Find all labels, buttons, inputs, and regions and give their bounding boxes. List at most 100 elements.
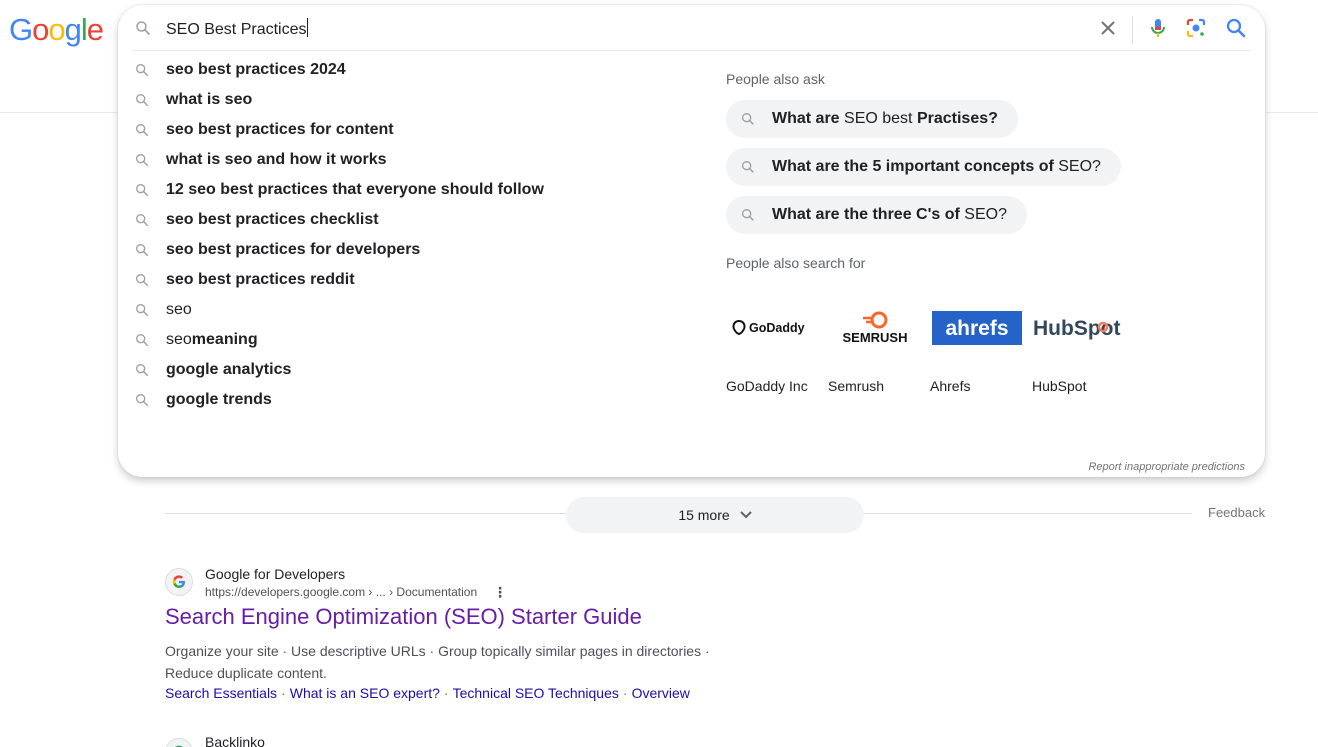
suggestion-item[interactable]: seo best practices checklist [118, 205, 708, 235]
semrush-logo-text: SEMRUSH [842, 330, 907, 345]
search-icon [136, 214, 149, 227]
suggestion-item[interactable]: what is seo and how it works [118, 145, 708, 175]
people-also-ask-title: People also ask [726, 71, 825, 87]
question-text: What are the three C's of SEO? [772, 206, 1007, 224]
question-bold: Practises? [916, 110, 998, 127]
question-bold: What are [772, 110, 840, 127]
chevron-down-icon [739, 511, 752, 519]
search-autocomplete-panel: SEO Best Practices seo best practices 20… [118, 5, 1265, 477]
suggestion-completion: seo best practices for developers [166, 241, 421, 258]
search-icon [742, 161, 754, 173]
suggestion-item[interactable]: seo best practices for content [118, 115, 708, 145]
suggestion-completion: meaning [191, 331, 258, 348]
google-favicon [165, 568, 193, 596]
brand-name: Semrush [828, 378, 885, 394]
search-query: SEO Best Practices [166, 21, 307, 38]
question-chip[interactable]: What are the 5 important concepts of SEO… [726, 148, 1121, 186]
brand-godaddy[interactable]: GoDaddy GoDaddy Inc [726, 305, 820, 405]
text-caret [306, 18, 308, 37]
search-icon [136, 364, 149, 377]
question-chip[interactable]: What are SEO best Practises? [726, 100, 1018, 138]
question-text: What are SEO best Practises? [772, 110, 998, 128]
result-url[interactable]: https://developers.google.com › ... › Do… [205, 585, 477, 599]
clear-icon[interactable] [1096, 16, 1120, 40]
search-icon [136, 304, 149, 317]
brand-semrush[interactable]: SEMRUSH Semrush [828, 305, 922, 405]
question-chip[interactable]: What are the three C's of SEO? [726, 196, 1027, 234]
question-normal: SEO best [839, 110, 917, 127]
suggestion-completion: google analytics [166, 361, 292, 378]
people-also-search-title: People also search for [726, 255, 866, 271]
result-site-name[interactable]: Google for Developers [205, 566, 345, 582]
separator: · [443, 685, 449, 701]
logo-letter: g [64, 12, 82, 47]
suggestion-prefix: seo [166, 301, 192, 318]
logo-letter: e [86, 12, 104, 47]
suggestion-item[interactable]: seo [118, 295, 708, 325]
result-sitelinks: Search Essentials · What is an SEO expert?… [165, 685, 690, 701]
semrush-logo: SEMRUSH [828, 305, 922, 351]
logo-letter: G [9, 12, 33, 47]
report-predictions-link[interactable]: Report inappropriate predictions [1088, 461, 1245, 473]
search-icon [136, 123, 149, 137]
search-icon [742, 209, 754, 221]
logo-letter: o [32, 12, 49, 47]
brand-hubspot[interactable]: HubSpot HubSpot [1032, 305, 1126, 405]
question-bold: What are the three C's of [772, 206, 960, 223]
backlinko-favicon [165, 738, 193, 747]
logo-letter: o [48, 12, 65, 47]
suggestion-item[interactable]: google trends [118, 385, 708, 415]
search-icon [136, 334, 149, 347]
question-normal: SEO? [1053, 158, 1101, 175]
suggestion-item[interactable]: seo best practices for developers [118, 235, 708, 265]
suggestion-list: seo best practices 2024 what is seo seo be… [118, 55, 708, 415]
question-normal: SEO? [959, 206, 1007, 223]
godaddy-logo: GoDaddy [726, 305, 820, 351]
suggestion-item[interactable]: google analytics [118, 355, 708, 385]
result-site-name[interactable]: Backlinko [205, 734, 265, 747]
godaddy-logo-text: GoDaddy [749, 321, 805, 335]
sitelink[interactable]: Technical SEO Techniques [453, 685, 619, 701]
result-title-link[interactable]: Search Engine Optimization (SEO) Starter… [165, 604, 642, 630]
suggestion-prefix: seo [166, 331, 192, 348]
google-lens-icon[interactable] [1184, 16, 1208, 40]
suggestion-completion: what is seo and how it works [166, 151, 387, 168]
separator: · [281, 685, 286, 701]
sitelink[interactable]: Search Essentials [165, 685, 277, 701]
hubspot-logo: HubSpot [1032, 305, 1126, 351]
search-icon [136, 274, 149, 287]
suggestion-completion: seo best practices for content [166, 121, 394, 138]
result-snippet: Organize your site · Use descriptive URL… [165, 643, 710, 681]
suggestion-item[interactable]: 12 seo best practices that everyone shou… [118, 175, 708, 205]
search-icon [742, 113, 754, 125]
search-icon [136, 64, 149, 77]
brand-name: HubSpot [1032, 378, 1087, 394]
google-logo[interactable]: Google [9, 12, 104, 48]
microphone-icon[interactable] [1146, 16, 1170, 40]
brand-ahrefs[interactable]: ahrefs Ahrefs [930, 305, 1024, 405]
suggestion-item[interactable]: seo best practices 2024 [118, 55, 708, 85]
sitelink[interactable]: Overview [632, 685, 690, 701]
feedback-link[interactable]: Feedback [1208, 505, 1265, 520]
ahrefs-logo: ahrefs [930, 305, 1024, 351]
suggestion-item[interactable]: seo meaning [118, 325, 708, 355]
sitelink[interactable]: What is an SEO expert? [290, 685, 440, 701]
more-options-icon[interactable]: ⋮ [493, 584, 507, 601]
search-input[interactable]: SEO Best Practices [166, 18, 1066, 39]
search-icon [136, 94, 149, 107]
more-label: 15 more [678, 507, 730, 523]
suggestion-item[interactable]: what is seo [118, 85, 708, 115]
search-icon [136, 394, 149, 407]
search-submit-icon[interactable] [1224, 16, 1248, 40]
suggestion-completion: seo best practices reddit [166, 271, 355, 288]
ahrefs-logo-text: ahrefs [945, 317, 1008, 340]
divider [132, 50, 1251, 51]
question-bold: What are the 5 important concepts of [772, 158, 1054, 175]
suggestion-completion: google trends [166, 391, 272, 408]
more-button[interactable]: 15 more [566, 497, 864, 533]
suggestion-item[interactable]: seo best practices reddit [118, 265, 708, 295]
brand-name: Ahrefs [930, 378, 971, 394]
suggestion-completion: seo best practices checklist [166, 211, 379, 228]
suggestion-completion: 12 seo best practices that everyone shou… [166, 181, 544, 198]
brand-name: GoDaddy Inc [726, 378, 808, 394]
